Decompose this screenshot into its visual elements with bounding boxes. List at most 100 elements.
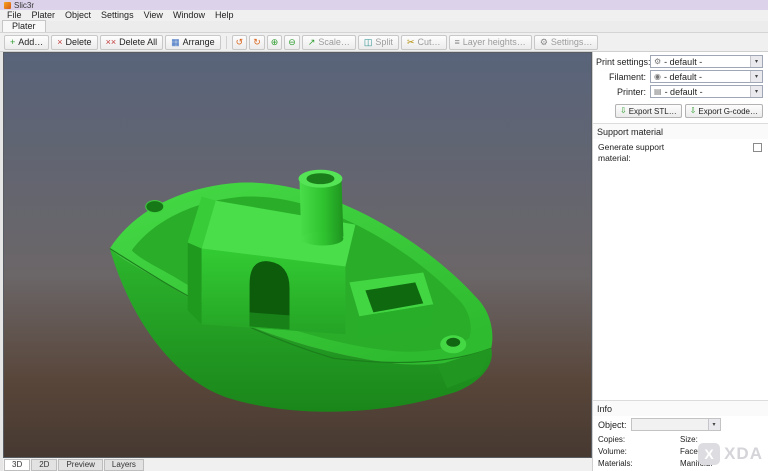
print-settings-row: Print settings: ⚙ - default - ▾ xyxy=(596,55,763,68)
cut-button[interactable]: ✂ Cut… xyxy=(401,35,447,50)
info-grid: Copies: Size: Volume: Facets: Materials:… xyxy=(593,433,768,471)
toolbar: + Add… × Delete ×× Delete All ▦ Arrange … xyxy=(0,33,768,52)
main-area: 3D 2D Preview Layers Print settings: ⚙ -… xyxy=(0,52,768,471)
printer-select[interactable]: ▤ - default - ▾ xyxy=(650,85,763,98)
menu-window[interactable]: Window xyxy=(168,10,210,21)
facets-label: Facets: xyxy=(680,447,763,456)
tab-layers[interactable]: Layers xyxy=(104,459,144,471)
scale-button[interactable]: ↗ Scale… xyxy=(302,35,356,50)
arrange-button-label: Arrange xyxy=(183,37,215,47)
export-stl-label: Export STL… xyxy=(629,107,677,116)
split-icon: ◫ xyxy=(364,38,373,47)
benchy-bow-hole xyxy=(146,201,164,213)
rotate-ccw-icon: ↺ xyxy=(236,38,244,47)
add-button[interactable]: + Add… xyxy=(4,35,49,50)
app-icon xyxy=(4,2,11,9)
viewport-column: 3D 2D Preview Layers xyxy=(0,52,592,471)
gear-icon: ⚙ xyxy=(654,58,661,66)
view-mode-tabs: 3D 2D Preview Layers xyxy=(3,458,592,471)
viewport-3d[interactable] xyxy=(3,52,592,458)
split-button-label: Split xyxy=(375,37,393,47)
filament-icon: ◉ xyxy=(654,73,661,81)
tab-preview[interactable]: Preview xyxy=(58,459,102,471)
delete-icon: × xyxy=(57,38,62,47)
object-label: Object: xyxy=(598,420,627,430)
window-title: Slic3r xyxy=(14,1,34,10)
generate-support-label: Generate support material: xyxy=(598,142,684,163)
delete-button[interactable]: × Delete xyxy=(51,35,97,50)
printer-row: Printer: ▤ - default - ▾ xyxy=(596,85,763,98)
export-row: ⇩ Export STL… ⇩ Export G-code… xyxy=(593,100,768,123)
filament-value: - default - xyxy=(664,72,702,82)
scale-button-label: Scale… xyxy=(318,37,350,47)
printer-label: Printer: xyxy=(596,87,650,97)
export-gcode-label: Export G-code… xyxy=(698,107,758,116)
settings-icon: ⚙ xyxy=(540,38,548,47)
filament-row: Filament: ◉ - default - ▾ xyxy=(596,70,763,83)
menu-help[interactable]: Help xyxy=(210,10,239,21)
export-gcode-button[interactable]: ⇩ Export G-code… xyxy=(685,104,763,118)
menu-view[interactable]: View xyxy=(139,10,168,21)
menu-settings[interactable]: Settings xyxy=(96,10,139,21)
export-stl-icon: ⇩ xyxy=(620,107,627,115)
arrange-button[interactable]: ▦ Arrange xyxy=(165,35,221,50)
chevron-down-icon[interactable]: ▾ xyxy=(750,56,762,67)
materials-label: Materials: xyxy=(598,459,680,468)
slic3r-window: Slic3r File Plater Object Settings View … xyxy=(0,0,768,471)
add-icon: + xyxy=(10,38,15,47)
filament-select[interactable]: ◉ - default - ▾ xyxy=(650,70,763,83)
benchy-model[interactable] xyxy=(110,170,493,412)
layer-heights-button-label: Layer heights… xyxy=(463,37,526,47)
benchy-door-floor xyxy=(250,312,290,329)
benchy-canvas xyxy=(4,53,591,457)
chevron-down-icon[interactable]: ▾ xyxy=(750,71,762,82)
delete-all-button[interactable]: ×× Delete All xyxy=(100,35,164,50)
info-header: Info xyxy=(593,400,768,416)
settings-block: Print settings: ⚙ - default - ▾ Filament… xyxy=(593,52,768,100)
tab-plater[interactable]: Plater xyxy=(2,20,46,32)
rotate-cw-button[interactable]: ↻ xyxy=(249,35,265,50)
benchy-chimney-hole xyxy=(306,173,334,184)
delete-all-icon: ×× xyxy=(106,38,117,47)
object-select[interactable]: ▾ xyxy=(631,418,721,431)
toolbar-separator xyxy=(226,36,227,49)
size-label: Size: xyxy=(680,435,763,444)
panel-spacer xyxy=(593,163,768,400)
filament-label: Filament: xyxy=(596,72,650,82)
export-gcode-icon: ⇩ xyxy=(690,107,697,115)
benchy-stern-cylinder-hole xyxy=(446,338,460,347)
tab-2d[interactable]: 2D xyxy=(31,459,57,471)
decrease-copies-button[interactable]: ⊖ xyxy=(284,35,300,50)
rotate-cw-icon: ↻ xyxy=(253,38,261,47)
increase-copies-button[interactable]: ⊕ xyxy=(267,35,283,50)
print-settings-label: Print settings: xyxy=(596,57,650,67)
cut-button-label: Cut… xyxy=(417,37,440,47)
scale-icon: ↗ xyxy=(308,38,316,47)
delete-button-label: Delete xyxy=(66,37,92,47)
print-settings-select[interactable]: ⚙ - default - ▾ xyxy=(650,55,763,68)
generate-support-checkbox[interactable] xyxy=(753,143,762,152)
manifold-label: Manifold: xyxy=(680,459,763,468)
volume-label: Volume: xyxy=(598,447,680,456)
menubar: File Plater Object Settings View Window … xyxy=(0,10,768,21)
benchy-cabin-left xyxy=(188,243,202,325)
menu-object[interactable]: Object xyxy=(60,10,96,21)
generate-support-row: Generate support material: xyxy=(593,139,768,163)
increase-copies-icon: ⊕ xyxy=(271,38,279,47)
split-button[interactable]: ◫ Split xyxy=(358,35,399,50)
copies-label: Copies: xyxy=(598,435,680,444)
layer-heights-button[interactable]: ≡ Layer heights… xyxy=(449,35,532,50)
arrange-icon: ▦ xyxy=(171,38,180,47)
cut-icon: ✂ xyxy=(407,38,415,47)
rotate-ccw-button[interactable]: ↺ xyxy=(232,35,248,50)
chevron-down-icon[interactable]: ▾ xyxy=(708,419,720,430)
object-row: Object: ▾ xyxy=(593,416,768,433)
print-settings-value: - default - xyxy=(664,57,702,67)
chevron-down-icon[interactable]: ▾ xyxy=(750,86,762,97)
settings-button[interactable]: ⚙ Settings… xyxy=(534,35,599,50)
printer-icon: ▤ xyxy=(654,88,662,96)
add-button-label: Add… xyxy=(18,37,43,47)
layer-heights-icon: ≡ xyxy=(455,38,460,47)
tab-3d[interactable]: 3D xyxy=(4,459,30,471)
export-stl-button[interactable]: ⇩ Export STL… xyxy=(615,104,682,118)
